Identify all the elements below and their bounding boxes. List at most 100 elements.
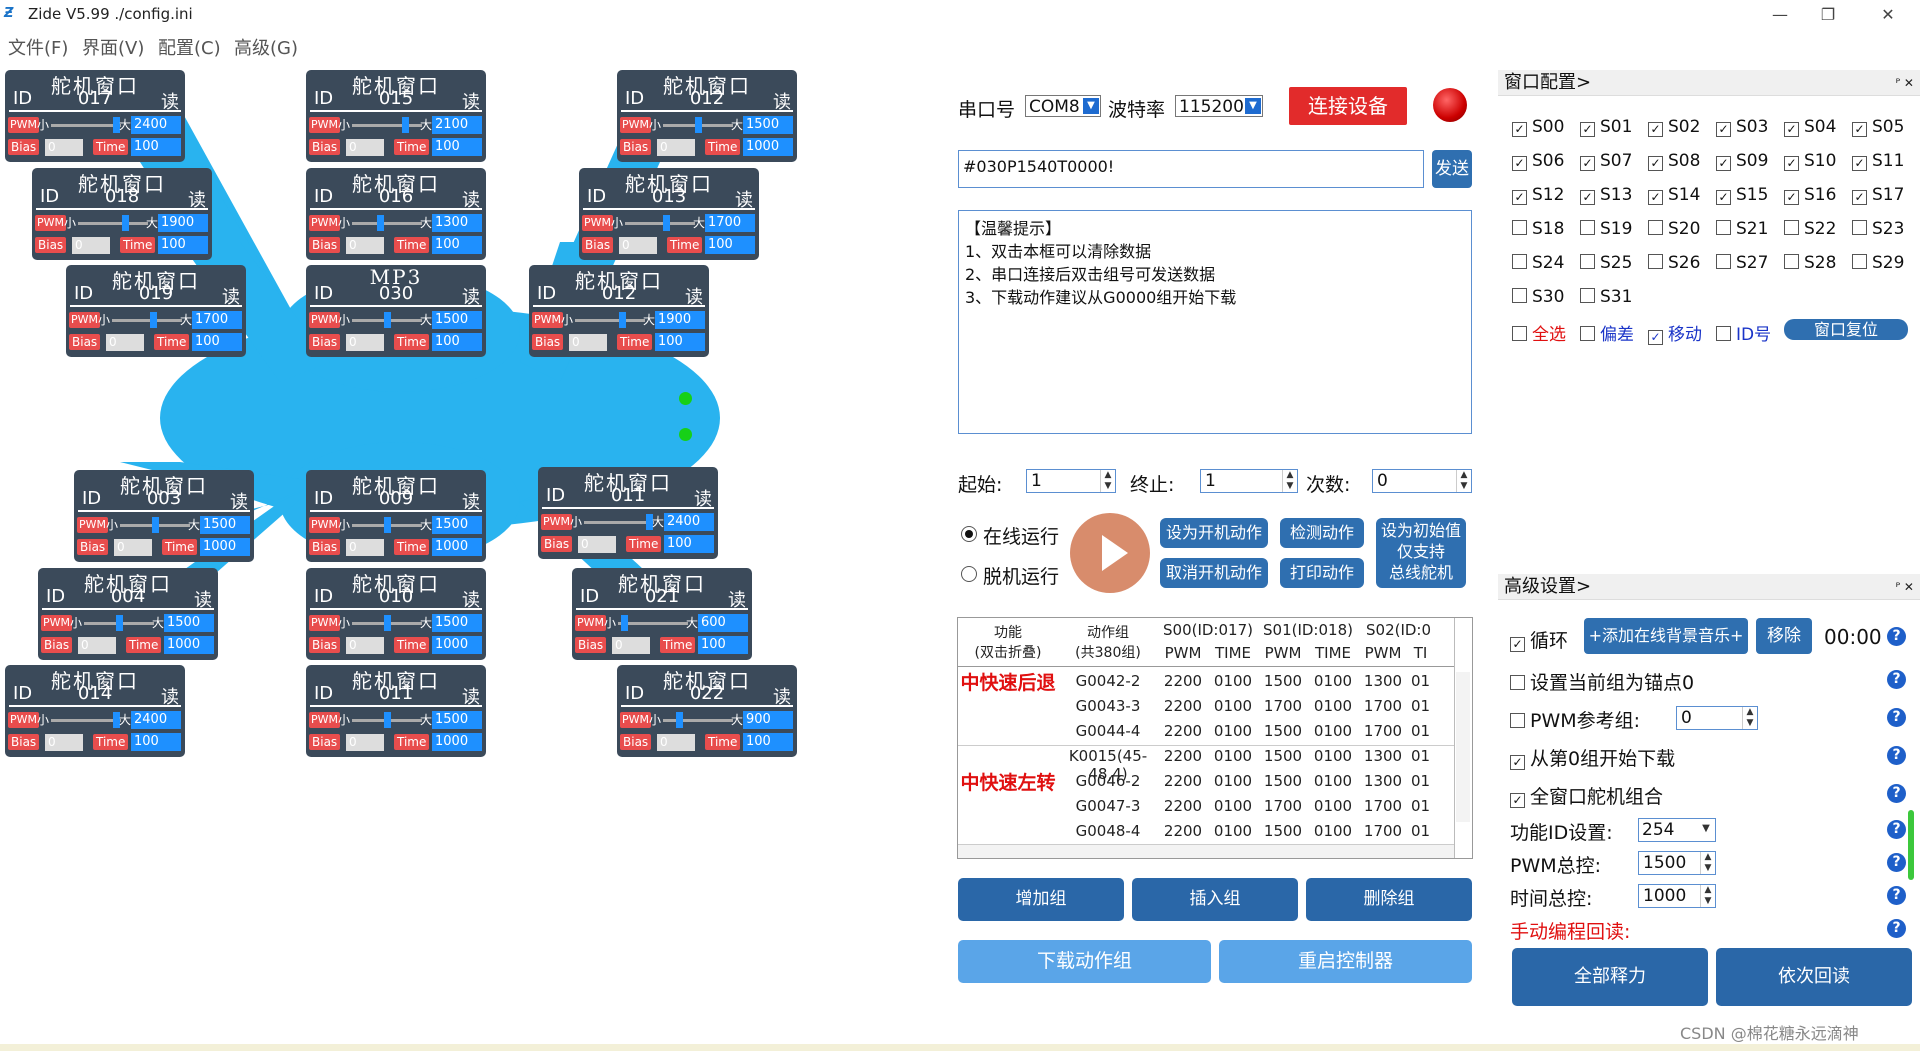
value-cell[interactable]: 0100 [1308,822,1358,840]
value-cell[interactable]: 1500 [1258,772,1308,790]
menu-config[interactable]: 配置(C) [158,34,221,60]
servo-checkbox[interactable]: ✓ S10 [1784,151,1836,171]
servo-checkbox[interactable]: ✓ S05 [1852,117,1904,137]
add-music-button[interactable]: +添加在线背景音乐+ [1584,618,1748,654]
set-boot-button[interactable]: 设为开机动作 [1160,518,1268,548]
value-cell[interactable]: 1500 [1258,722,1308,740]
servo-time-value[interactable]: 1000 [743,138,793,156]
spin-arrows-icon[interactable]: ▲ ▼ [1456,470,1471,492]
servo-panel[interactable]: 舵机窗口 ID 011 读 PWM 小 大 2400 Bias 0 Time 1… [538,467,718,559]
checkbox-box[interactable] [1716,326,1731,341]
servo-pwm-value[interactable]: 2400 [664,513,714,531]
checkbox-box[interactable] [1580,326,1595,341]
servo-panel[interactable]: 舵机窗口 ID 021 读 PWM 小 大 600 Bias 0 Time 10… [572,568,752,660]
checkbox-box[interactable] [1784,254,1799,269]
value-cell[interactable]: 01 [1408,672,1433,690]
help-icon[interactable]: ? [1887,784,1906,803]
servo-panel[interactable]: MP3 ID 030 读 PWM 小 大 1500 Bias 0 Time 10… [306,265,486,357]
servo-checkbox[interactable]: S30 [1512,287,1564,307]
value-cell[interactable]: 1700 [1358,822,1408,840]
checkbox-box[interactable]: ✓ [1648,190,1663,205]
servo-pwm-value[interactable]: 1700 [705,214,755,232]
servo-slider-thumb[interactable] [619,312,626,328]
scrollbar-track[interactable] [1454,618,1455,858]
checkbox-box[interactable]: ✓ [1784,122,1799,137]
value-cell[interactable]: 1700 [1358,797,1408,815]
menu-view[interactable]: 界面(V) [82,34,144,60]
value-cell[interactable]: 1300 [1358,772,1408,790]
value-cell[interactable]: 0100 [1208,722,1258,740]
checkbox-box[interactable]: ✓ [1784,190,1799,205]
servo-slider-thumb[interactable] [663,215,670,231]
value-cell[interactable]: 1300 [1358,747,1408,765]
add-group-button[interactable]: 增加组 [958,878,1124,921]
value-cell[interactable]: 2200 [1158,672,1208,690]
online-radio[interactable] [961,526,977,542]
servo-panel[interactable]: 舵机窗口 ID 013 读 PWM 小 大 1700 Bias 0 Time 1… [579,168,759,260]
value-cell[interactable]: 1700 [1258,797,1308,815]
servo-slider-track[interactable] [575,319,645,322]
menu-advanced[interactable]: 高级(G) [234,34,298,60]
restart-controller-button[interactable]: 重启控制器 [1219,940,1472,983]
print-action-button[interactable]: 打印动作 [1280,558,1364,588]
checkbox-box[interactable] [1512,220,1527,235]
servo-bias-value[interactable]: 0 [657,734,695,751]
checkbox-box[interactable]: ✓ [1648,330,1663,345]
help-icon[interactable]: ? [1887,820,1906,839]
download-button[interactable]: 下载动作组 [958,940,1211,983]
servo-slider-track[interactable] [352,124,422,127]
servo-slider-track[interactable] [584,521,654,524]
servo-checkbox[interactable]: ✓ S07 [1580,151,1632,171]
servo-bias-value[interactable]: 0 [578,536,616,553]
checkbox-box[interactable]: ✓ [1580,190,1595,205]
help-icon[interactable]: ? [1887,746,1906,765]
value-cell[interactable]: 2200 [1158,772,1208,790]
servo-bias-value[interactable]: 0 [346,539,384,556]
servo-checkbox[interactable]: S29 [1852,253,1904,273]
servo-slider-thumb[interactable] [116,615,123,631]
value-cell[interactable]: 2200 [1158,822,1208,840]
anchor-checkbox[interactable]: 设置当前组为锚点0 [1510,668,1694,695]
servo-slider-track[interactable] [625,222,695,225]
spin-arrows-icon[interactable]: ▲ ▼ [1282,470,1297,492]
value-cell[interactable]: 0100 [1308,697,1358,715]
servo-slider-track[interactable] [618,622,688,625]
servo-bias-value[interactable]: 0 [72,237,110,254]
checkbox-box[interactable]: ✓ [1648,156,1663,171]
checkbox-box[interactable]: ✓ [1512,122,1527,137]
servo-bias-value[interactable]: 0 [346,139,384,156]
servo-time-value[interactable]: 100 [432,236,482,254]
servo-bias-value[interactable]: 0 [78,637,116,654]
servo-time-value[interactable]: 1000 [200,538,250,556]
help-icon[interactable]: ? [1887,853,1906,872]
offline-radio[interactable] [961,566,977,582]
servo-bias-value[interactable]: 0 [114,539,152,556]
value-cell[interactable]: 0100 [1308,672,1358,690]
cancel-boot-button[interactable]: 取消开机动作 [1160,558,1268,588]
group-cell[interactable]: G0048-4 [1058,822,1158,840]
checkbox-box[interactable]: ✓ [1648,122,1663,137]
checkbox-box[interactable] [1580,288,1595,303]
servo-checkbox[interactable]: S18 [1512,219,1564,239]
checkbox-box[interactable] [1512,288,1527,303]
servo-slider-track[interactable] [51,719,121,722]
checkbox-box[interactable] [1512,326,1527,341]
help-icon[interactable]: ? [1887,886,1906,905]
value-cell[interactable]: 0100 [1208,672,1258,690]
release-all-button[interactable]: 全部释力 [1512,948,1708,1006]
value-cell[interactable]: 2200 [1158,722,1208,740]
servo-pwm-value[interactable]: 1900 [655,311,705,329]
servo-pwm-value[interactable]: 1500 [743,116,793,134]
value-cell[interactable]: 1700 [1358,697,1408,715]
servo-checkbox[interactable]: S25 [1580,253,1632,273]
send-button[interactable]: 发送 [1432,150,1472,188]
vertical-scrollbar[interactable] [1456,672,1470,822]
servo-time-value[interactable]: 1000 [164,636,214,654]
start-spinbox[interactable]: 1 ▲ ▼ [1026,469,1116,493]
servo-slider-track[interactable] [663,719,733,722]
check-action-button[interactable]: 检测动作 [1280,518,1364,548]
horizontal-scrollbar[interactable] [958,844,1454,858]
servo-slider-thumb[interactable] [152,517,159,533]
servo-panel[interactable]: 舵机窗口 ID 017 读 PWM 小 大 2400 Bias 0 Time 1… [5,70,185,162]
help-icon[interactable]: ? [1887,919,1906,938]
